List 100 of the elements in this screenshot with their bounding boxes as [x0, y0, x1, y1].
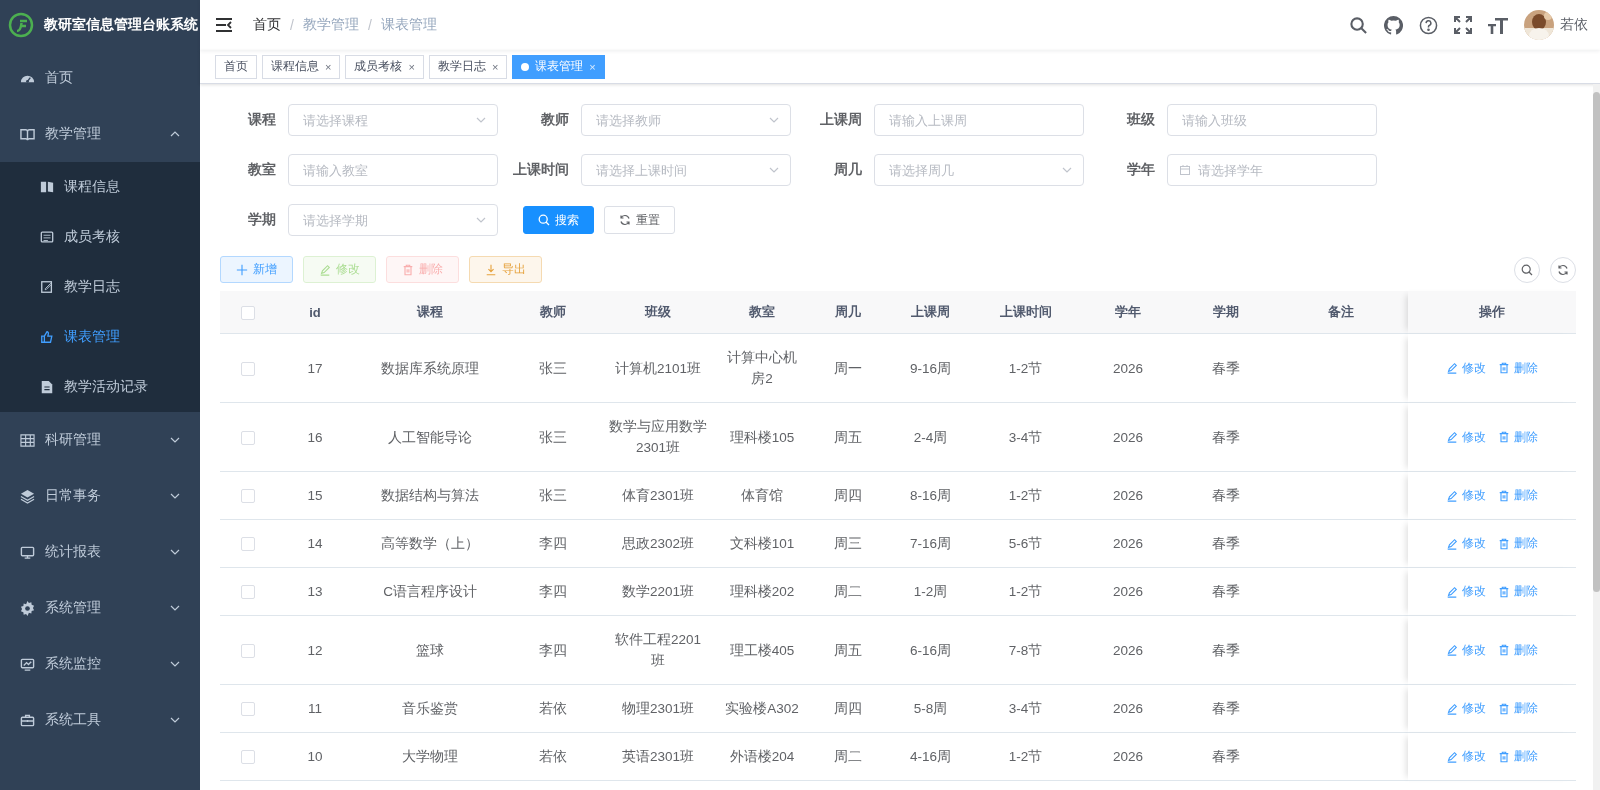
- close-button[interactable]: ×: [325, 60, 332, 73]
- reset-button[interactable]: 重置: [604, 206, 675, 234]
- delete-link[interactable]: 删除: [1498, 533, 1538, 554]
- select-field[interactable]: 请选择学期: [288, 204, 498, 236]
- select-field[interactable]: 请选择周几: [874, 154, 1084, 186]
- table-cell: 张三: [505, 334, 600, 403]
- menu-item[interactable]: 教学管理: [0, 106, 200, 162]
- delete-link[interactable]: 删除: [1498, 639, 1538, 661]
- submenu-item[interactable]: 课程信息: [0, 162, 200, 212]
- fullscreen-icon[interactable]: [1454, 16, 1472, 34]
- menu-item[interactable]: 系统工具: [0, 692, 200, 748]
- checkbox[interactable]: [240, 643, 255, 658]
- table-cell: 张三: [505, 472, 600, 520]
- input-field[interactable]: 请输入上课周: [874, 104, 1084, 136]
- table-cell: 2026: [1078, 334, 1178, 403]
- checkbox[interactable]: [240, 430, 255, 445]
- tab[interactable]: 首页: [215, 54, 257, 79]
- delete-link[interactable]: 删除: [1498, 746, 1538, 767]
- checkbox[interactable]: [240, 305, 255, 320]
- table-cell: 春季: [1178, 472, 1273, 520]
- add-button[interactable]: 新增: [220, 256, 293, 283]
- edit-link[interactable]: 修改: [1446, 426, 1486, 448]
- menu-item[interactable]: 系统管理: [0, 580, 200, 636]
- table-cell: 7-8节: [973, 616, 1078, 685]
- tab[interactable]: 教学日志 ×: [428, 54, 508, 79]
- delete-link[interactable]: 删除: [1498, 357, 1538, 379]
- menu-item[interactable]: 首页: [0, 50, 200, 106]
- checkbox[interactable]: [240, 585, 255, 600]
- search-toggle-button[interactable]: [1514, 256, 1540, 283]
- breadcrumb-link[interactable]: 课表管理: [380, 16, 437, 34]
- menu-item[interactable]: 统计报表: [0, 524, 200, 580]
- search-icon[interactable]: [1349, 15, 1368, 35]
- edit-link[interactable]: 修改: [1446, 533, 1486, 554]
- table-cell: 12: [275, 616, 355, 685]
- table-cell: 1-2节: [973, 733, 1078, 781]
- breadcrumb-link[interactable]: 教学管理: [302, 16, 359, 34]
- table-cell: 春季: [1178, 616, 1273, 685]
- select-field[interactable]: 请选择上课时间: [581, 154, 791, 186]
- plus-icon: [236, 263, 248, 276]
- book-icon: [40, 180, 54, 194]
- tab[interactable]: 课表管理 ×: [512, 54, 605, 79]
- trash-icon: [1498, 489, 1510, 502]
- edit-link[interactable]: 修改: [1446, 581, 1486, 602]
- export-button[interactable]: 导出: [469, 256, 542, 283]
- table-cell: 3-4节: [973, 403, 1078, 472]
- search-button[interactable]: 搜索: [523, 206, 594, 234]
- edit-link[interactable]: 修改: [1446, 639, 1486, 661]
- delete-link[interactable]: 删除: [1498, 485, 1538, 506]
- search-icon: [1521, 263, 1533, 276]
- help-icon[interactable]: [1419, 15, 1438, 35]
- column-header: 课程: [355, 291, 505, 334]
- menu-item[interactable]: 系统监控: [0, 636, 200, 692]
- input-field[interactable]: 请输入班级: [1167, 104, 1377, 136]
- menu-fold-icon[interactable]: [215, 17, 233, 33]
- edit-link[interactable]: 修改: [1446, 746, 1486, 767]
- checkbox[interactable]: [240, 537, 255, 552]
- pencil-icon: [1446, 585, 1458, 598]
- menu-item[interactable]: 科研管理: [0, 412, 200, 468]
- table-cell: 数据结构与算法: [355, 472, 505, 520]
- input-field[interactable]: 请输入教室: [288, 154, 498, 186]
- download-icon: [485, 263, 497, 276]
- close-button[interactable]: ×: [408, 60, 415, 73]
- search-icon: [538, 214, 550, 226]
- table-cell: 2026: [1078, 520, 1178, 568]
- checkbox[interactable]: [240, 361, 255, 376]
- tab[interactable]: 课程信息 ×: [262, 54, 341, 79]
- table-cell: 2026: [1078, 472, 1178, 520]
- submenu-item[interactable]: 教学活动记录: [0, 362, 200, 412]
- menu-item[interactable]: 日常事务: [0, 468, 200, 524]
- breadcrumb-link[interactable]: 首页: [253, 16, 281, 34]
- user-name[interactable]: 若依: [1560, 16, 1588, 34]
- chevron-icon: [1062, 165, 1072, 175]
- delete-link[interactable]: 删除: [1498, 581, 1538, 602]
- select-field[interactable]: 请选择课程: [288, 104, 498, 136]
- pencil-icon: [1446, 431, 1458, 443]
- checkbox[interactable]: [240, 750, 255, 765]
- font-size-icon[interactable]: [1488, 16, 1508, 34]
- close-button[interactable]: ×: [491, 60, 499, 73]
- select-field[interactable]: 请选择教师: [581, 104, 791, 136]
- edit-link[interactable]: 修改: [1446, 485, 1486, 506]
- table-cell: 春季: [1178, 520, 1273, 568]
- table-cell: 1-2节: [973, 568, 1078, 616]
- table-cell: 音乐鉴赏: [355, 685, 505, 733]
- tab[interactable]: 成员考核 ×: [345, 54, 424, 79]
- submenu-item[interactable]: 成员考核: [0, 212, 200, 262]
- edit-link[interactable]: 修改: [1446, 698, 1486, 719]
- chevron-icon: [769, 115, 779, 125]
- checkbox[interactable]: [240, 702, 255, 717]
- date-field[interactable]: 请选择学年: [1167, 154, 1377, 186]
- table-cell: 9-16周: [888, 334, 973, 403]
- close-button[interactable]: ×: [589, 60, 596, 73]
- scrollbar[interactable]: [1593, 84, 1600, 790]
- github-icon[interactable]: [1384, 15, 1403, 35]
- edit-link[interactable]: 修改: [1446, 357, 1486, 379]
- submenu-item[interactable]: 教学日志: [0, 262, 200, 312]
- delete-link[interactable]: 删除: [1498, 698, 1538, 719]
- checkbox[interactable]: [240, 489, 255, 504]
- refresh-button[interactable]: [1550, 256, 1576, 283]
- table-cell: 周三: [808, 520, 888, 568]
- delete-link[interactable]: 删除: [1498, 426, 1538, 448]
